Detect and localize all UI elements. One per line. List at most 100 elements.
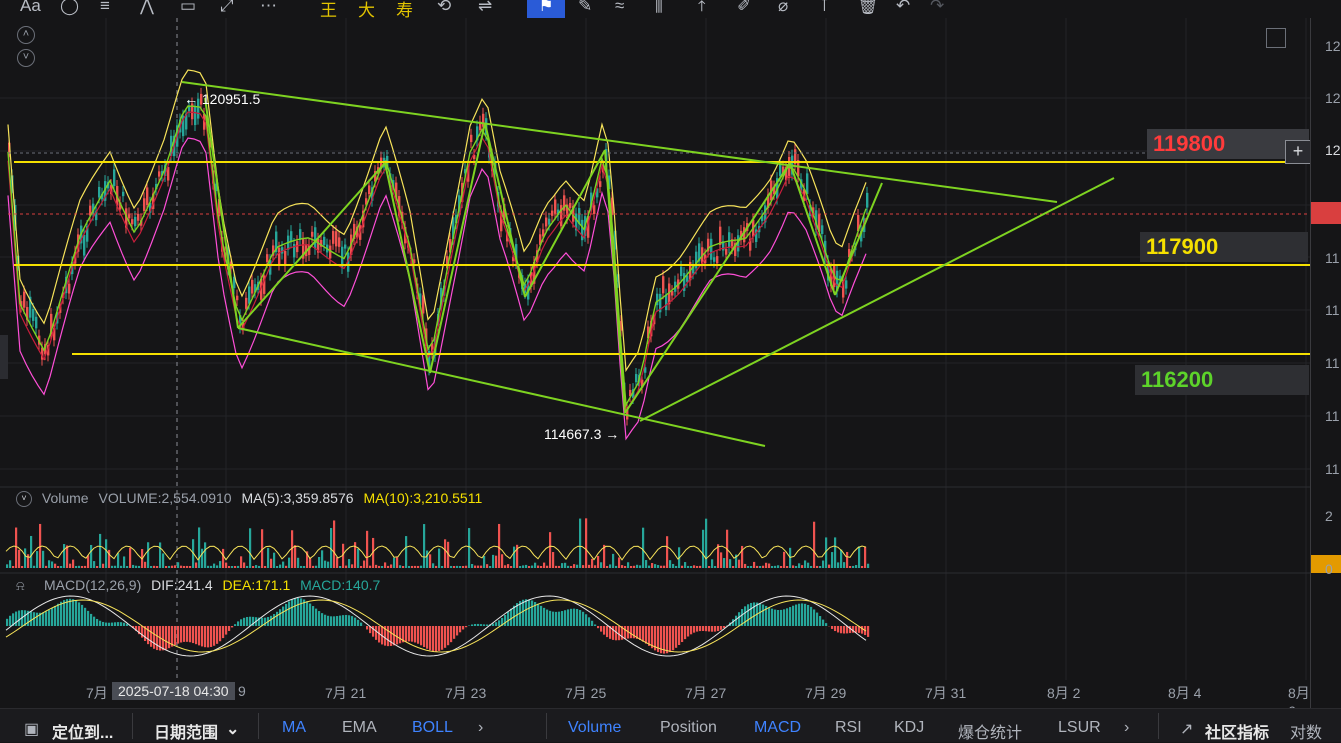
macd-bar: [687, 626, 689, 636]
bookmark-icon[interactable]: ⚑: [527, 0, 565, 18]
macd-bar: [462, 626, 464, 629]
indicator-ema[interactable]: EMA: [342, 719, 377, 737]
attach-tool-icon[interactable]: ⌀: [778, 0, 788, 16]
volume-bar: [654, 564, 656, 568]
volume-bar: [471, 564, 473, 568]
indicator-liquidation[interactable]: 爆仓统计: [958, 719, 1022, 743]
macd-bar: [18, 611, 20, 626]
candle-body: [593, 205, 595, 214]
community-indicators-button[interactable]: 社区指标: [1205, 719, 1269, 743]
macd-bar: [474, 624, 476, 626]
lines-tool-icon[interactable]: ≡: [100, 0, 110, 16]
volume-bar: [501, 554, 503, 568]
indicator-kdj[interactable]: KDJ: [894, 719, 924, 737]
volume-bar: [12, 566, 14, 568]
locate-icon[interactable]: ▣: [24, 719, 39, 739]
price-axis[interactable]: 12 12 12 11 11 11 11 11 2 0: [1310, 18, 1341, 708]
brush-tool-icon[interactable]: ≈: [615, 0, 624, 16]
measure-tool-icon[interactable]: ⤢: [220, 0, 234, 16]
volume-bar: [264, 566, 266, 568]
indicator-volume[interactable]: Volume: [568, 719, 621, 737]
volume-bar: [750, 566, 752, 568]
candle-body: [137, 214, 139, 221]
circle-tool-icon[interactable]: ◯: [60, 0, 79, 16]
date-range-chevron-icon[interactable]: ⌄: [226, 719, 239, 739]
macd-bar: [360, 623, 362, 626]
macd-bar: [507, 612, 509, 626]
refresh-tool-icon[interactable]: ⟲: [437, 0, 451, 16]
volume-bar: [234, 566, 236, 568]
add-price-alert-button[interactable]: +: [1285, 140, 1311, 164]
community-icon[interactable]: ↗: [1180, 719, 1193, 739]
bell-icon[interactable]: ⍾: [16, 578, 25, 594]
macd-bar: [759, 603, 761, 626]
volume-bar: [195, 563, 197, 568]
candle-body: [560, 205, 562, 226]
volume-bar: [9, 560, 11, 568]
macd-dif: DIF:241.4: [151, 577, 212, 593]
volume-bar: [444, 539, 446, 568]
indicator-boll[interactable]: BOLL: [412, 719, 453, 737]
macd-bar: [477, 624, 479, 626]
indicator-macd[interactable]: MACD: [754, 719, 801, 737]
sidebar-collapse-handle[interactable]: [0, 335, 8, 379]
scroll-right-icon[interactable]: ›: [478, 719, 483, 737]
volume-bar: [738, 560, 740, 568]
volume-bar: [528, 566, 530, 568]
scroll-right-icon-2[interactable]: ›: [1124, 719, 1129, 737]
more-tools-icon[interactable]: ⋯: [260, 0, 277, 16]
price-chart[interactable]: [0, 18, 1341, 708]
chevron-down-icon[interactable]: ˅: [17, 49, 35, 67]
volume-value: VOLUME:2,554.0910: [98, 490, 231, 506]
volume-bar: [231, 566, 233, 568]
volume-bar: [822, 561, 824, 568]
yaxis-tick: 0: [1325, 561, 1333, 577]
chevron-up-icon[interactable]: ˄: [17, 26, 35, 44]
volume-bar: [534, 563, 536, 568]
marker-tool-icon[interactable]: ⊺: [820, 0, 829, 16]
export-tool-icon[interactable]: ⤒: [698, 0, 706, 16]
indicator-ma[interactable]: MA: [282, 719, 306, 737]
fullscreen-icon[interactable]: [1266, 28, 1286, 48]
volume-bar: [162, 553, 164, 568]
candle-tool-icon[interactable]: ⫼: [655, 0, 663, 16]
macd-bar: [111, 623, 113, 626]
pen-tool-icon[interactable]: ✎: [578, 0, 592, 16]
locate-button[interactable]: 定位到...: [52, 719, 113, 743]
date-range-button[interactable]: 日期范围: [154, 719, 218, 743]
indicator-lsur[interactable]: LSUR: [1058, 719, 1101, 737]
level-tag-mid: 117900: [1140, 232, 1308, 262]
fib-tool-icon[interactable]: ⇌: [478, 0, 492, 16]
candle-body: [32, 309, 34, 321]
time-axis[interactable]: 7月 2025-07-18 04:30 9 7月 21 7月 23 7月 25 …: [0, 683, 1310, 705]
indicator-rsi[interactable]: RSI: [835, 719, 862, 737]
volume-bar: [657, 565, 659, 568]
delete-tool-icon[interactable]: 🗑: [857, 0, 879, 16]
candle-body: [236, 296, 238, 300]
rect-tool-icon[interactable]: ▭: [180, 0, 196, 16]
indicator-position[interactable]: Position: [660, 719, 717, 737]
yaxis-tick: 11: [1325, 250, 1340, 266]
pattern-tool-icon[interactable]: ⋀: [140, 0, 154, 16]
font-button[interactable]: Aa: [20, 0, 41, 16]
boll-lower-line: [8, 138, 866, 439]
volume-bar: [411, 566, 413, 568]
edit-tool-icon[interactable]: ✐: [737, 0, 751, 16]
volume-bar: [267, 548, 269, 568]
macd-bar: [207, 626, 209, 647]
volume-bar: [144, 562, 146, 568]
volume-name: Volume: [42, 490, 89, 506]
macd-bar: [42, 612, 44, 626]
volume-bar: [102, 564, 104, 568]
undo-tool-icon[interactable]: ↶: [896, 0, 910, 16]
macd-name: MACD(12,26,9): [44, 577, 141, 593]
collapse-icon[interactable]: ˅: [16, 491, 32, 507]
macd-bar: [87, 611, 89, 626]
macd-bar: [597, 626, 599, 628]
macd-bar: [93, 617, 95, 626]
log-scale-toggle[interactable]: 对数: [1290, 719, 1322, 743]
volume-bar: [867, 564, 869, 568]
volume-bar: [336, 557, 338, 568]
volume-ma10: MA(10):3,210.5511: [363, 490, 482, 506]
redo-tool-icon[interactable]: ↷: [930, 0, 944, 16]
